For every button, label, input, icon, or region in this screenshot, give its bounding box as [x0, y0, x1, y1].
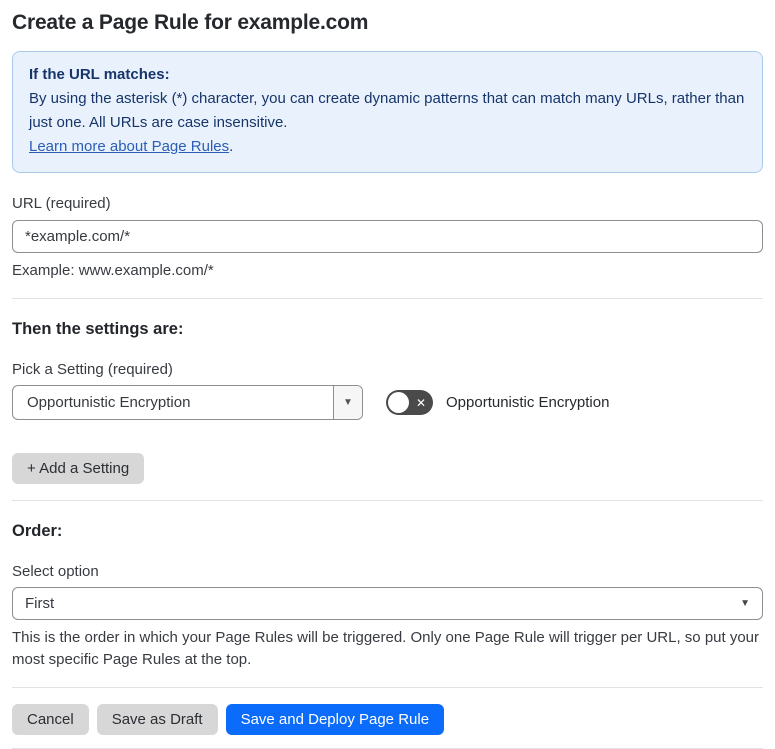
- setting-dropdown-value: Opportunistic Encryption: [27, 394, 191, 411]
- chevron-down-icon: ▼: [343, 397, 353, 408]
- opportunistic-encryption-toggle[interactable]: ✕: [386, 390, 433, 415]
- url-match-info-box: If the URL matches: By using the asteris…: [12, 51, 763, 173]
- form-actions: Cancel Save as Draft Save and Deploy Pag…: [12, 704, 763, 735]
- toggle-label: Opportunistic Encryption: [446, 394, 610, 411]
- info-box-heading: If the URL matches:: [29, 66, 170, 83]
- cancel-button[interactable]: Cancel: [12, 704, 89, 735]
- chevron-down-icon: ▼: [740, 598, 750, 609]
- order-select-value: First: [25, 595, 55, 612]
- setting-dropdown-button[interactable]: ▼: [333, 386, 362, 419]
- learn-more-link[interactable]: Learn more about Page Rules: [29, 138, 229, 155]
- url-example-helper: Example: www.example.com/*: [12, 262, 214, 279]
- setting-row: Opportunistic Encryption ▼ ✕ Opportunist…: [12, 385, 763, 420]
- add-setting-button[interactable]: + Add a Setting: [12, 453, 145, 484]
- toggle-knob: [388, 392, 409, 413]
- save-as-draft-button[interactable]: Save as Draft: [96, 704, 218, 735]
- divider: [12, 500, 763, 501]
- order-section-heading: Order:: [12, 522, 63, 540]
- pick-setting-label: Pick a Setting (required): [12, 361, 173, 378]
- url-input[interactable]: [12, 220, 763, 253]
- page-rule-form: Create a Page Rule for example.com If th…: [0, 11, 775, 749]
- toggle-off-x-icon: ✕: [415, 395, 426, 410]
- divider: [12, 687, 763, 688]
- save-and-deploy-button[interactable]: Save and Deploy Page Rule: [225, 704, 445, 735]
- order-select[interactable]: First ▼: [12, 587, 763, 620]
- url-field-label: URL (required): [12, 195, 111, 212]
- settings-section-heading: Then the settings are:: [12, 320, 184, 338]
- info-box-body: By using the asterisk (*) character, you…: [29, 90, 745, 155]
- order-select-label: Select option: [12, 563, 99, 580]
- setting-dropdown[interactable]: Opportunistic Encryption ▼: [12, 385, 363, 420]
- page-title: Create a Page Rule for example.com: [12, 11, 369, 34]
- divider: [12, 298, 763, 299]
- link-suffix: .: [229, 138, 234, 155]
- order-helper-text: This is the order in which your Page Rul…: [12, 629, 760, 668]
